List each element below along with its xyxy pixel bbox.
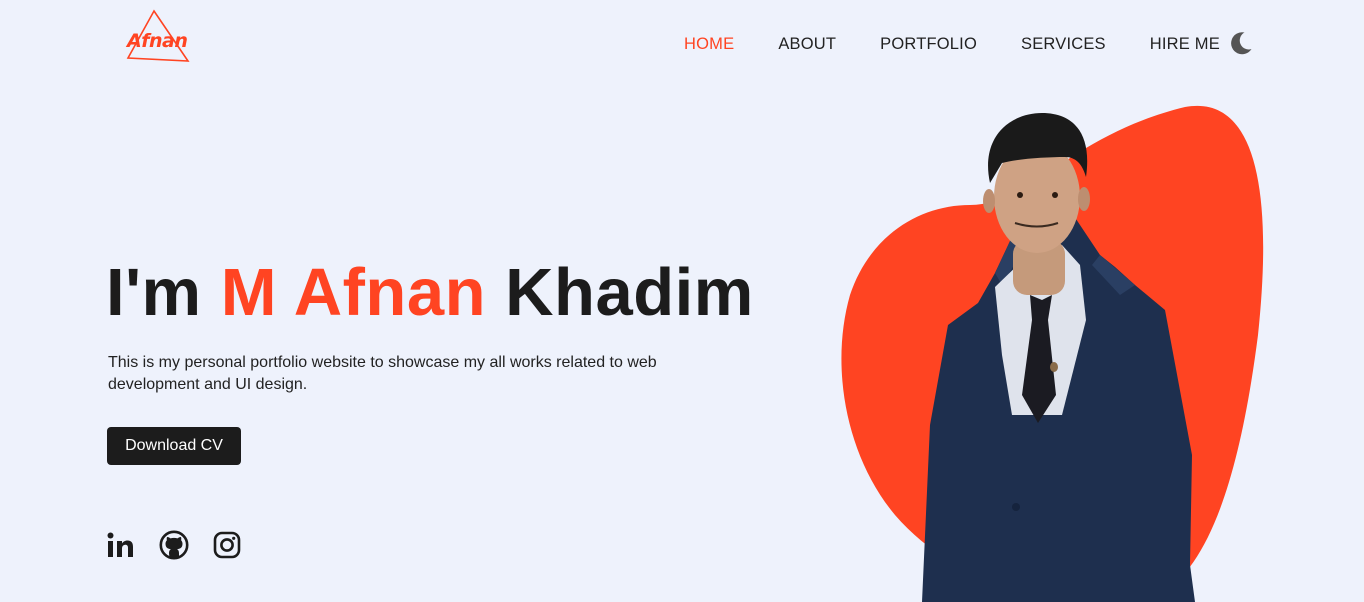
linkedin-icon[interactable] (106, 530, 136, 560)
github-icon[interactable] (159, 530, 189, 560)
title-prefix: I'm (106, 255, 221, 330)
main-nav: HOME ABOUT PORTFOLIO SERVICES HIRE ME (684, 33, 1264, 55)
site-logo[interactable]: Afnan (124, 8, 192, 66)
title-highlight: M Afnan (220, 255, 487, 330)
nav-home[interactable]: HOME (684, 35, 734, 54)
logo-text: Afnan (127, 30, 188, 52)
hero-illustration (830, 95, 1270, 602)
nav-portfolio[interactable]: PORTFOLIO (880, 35, 977, 54)
instagram-icon[interactable] (212, 530, 242, 560)
nav-about[interactable]: ABOUT (778, 35, 836, 54)
nav-hire-me[interactable]: HIRE ME (1150, 35, 1220, 54)
title-suffix: Khadim (486, 255, 754, 330)
nav-services[interactable]: SERVICES (1021, 35, 1106, 54)
hero-description: This is my personal portfolio website to… (108, 354, 657, 393)
moon-icon[interactable] (1228, 30, 1254, 56)
social-links (106, 530, 265, 560)
download-cv-button[interactable]: Download CV (107, 427, 241, 465)
hero-title: I'm M Afnan Khadim (106, 254, 754, 331)
